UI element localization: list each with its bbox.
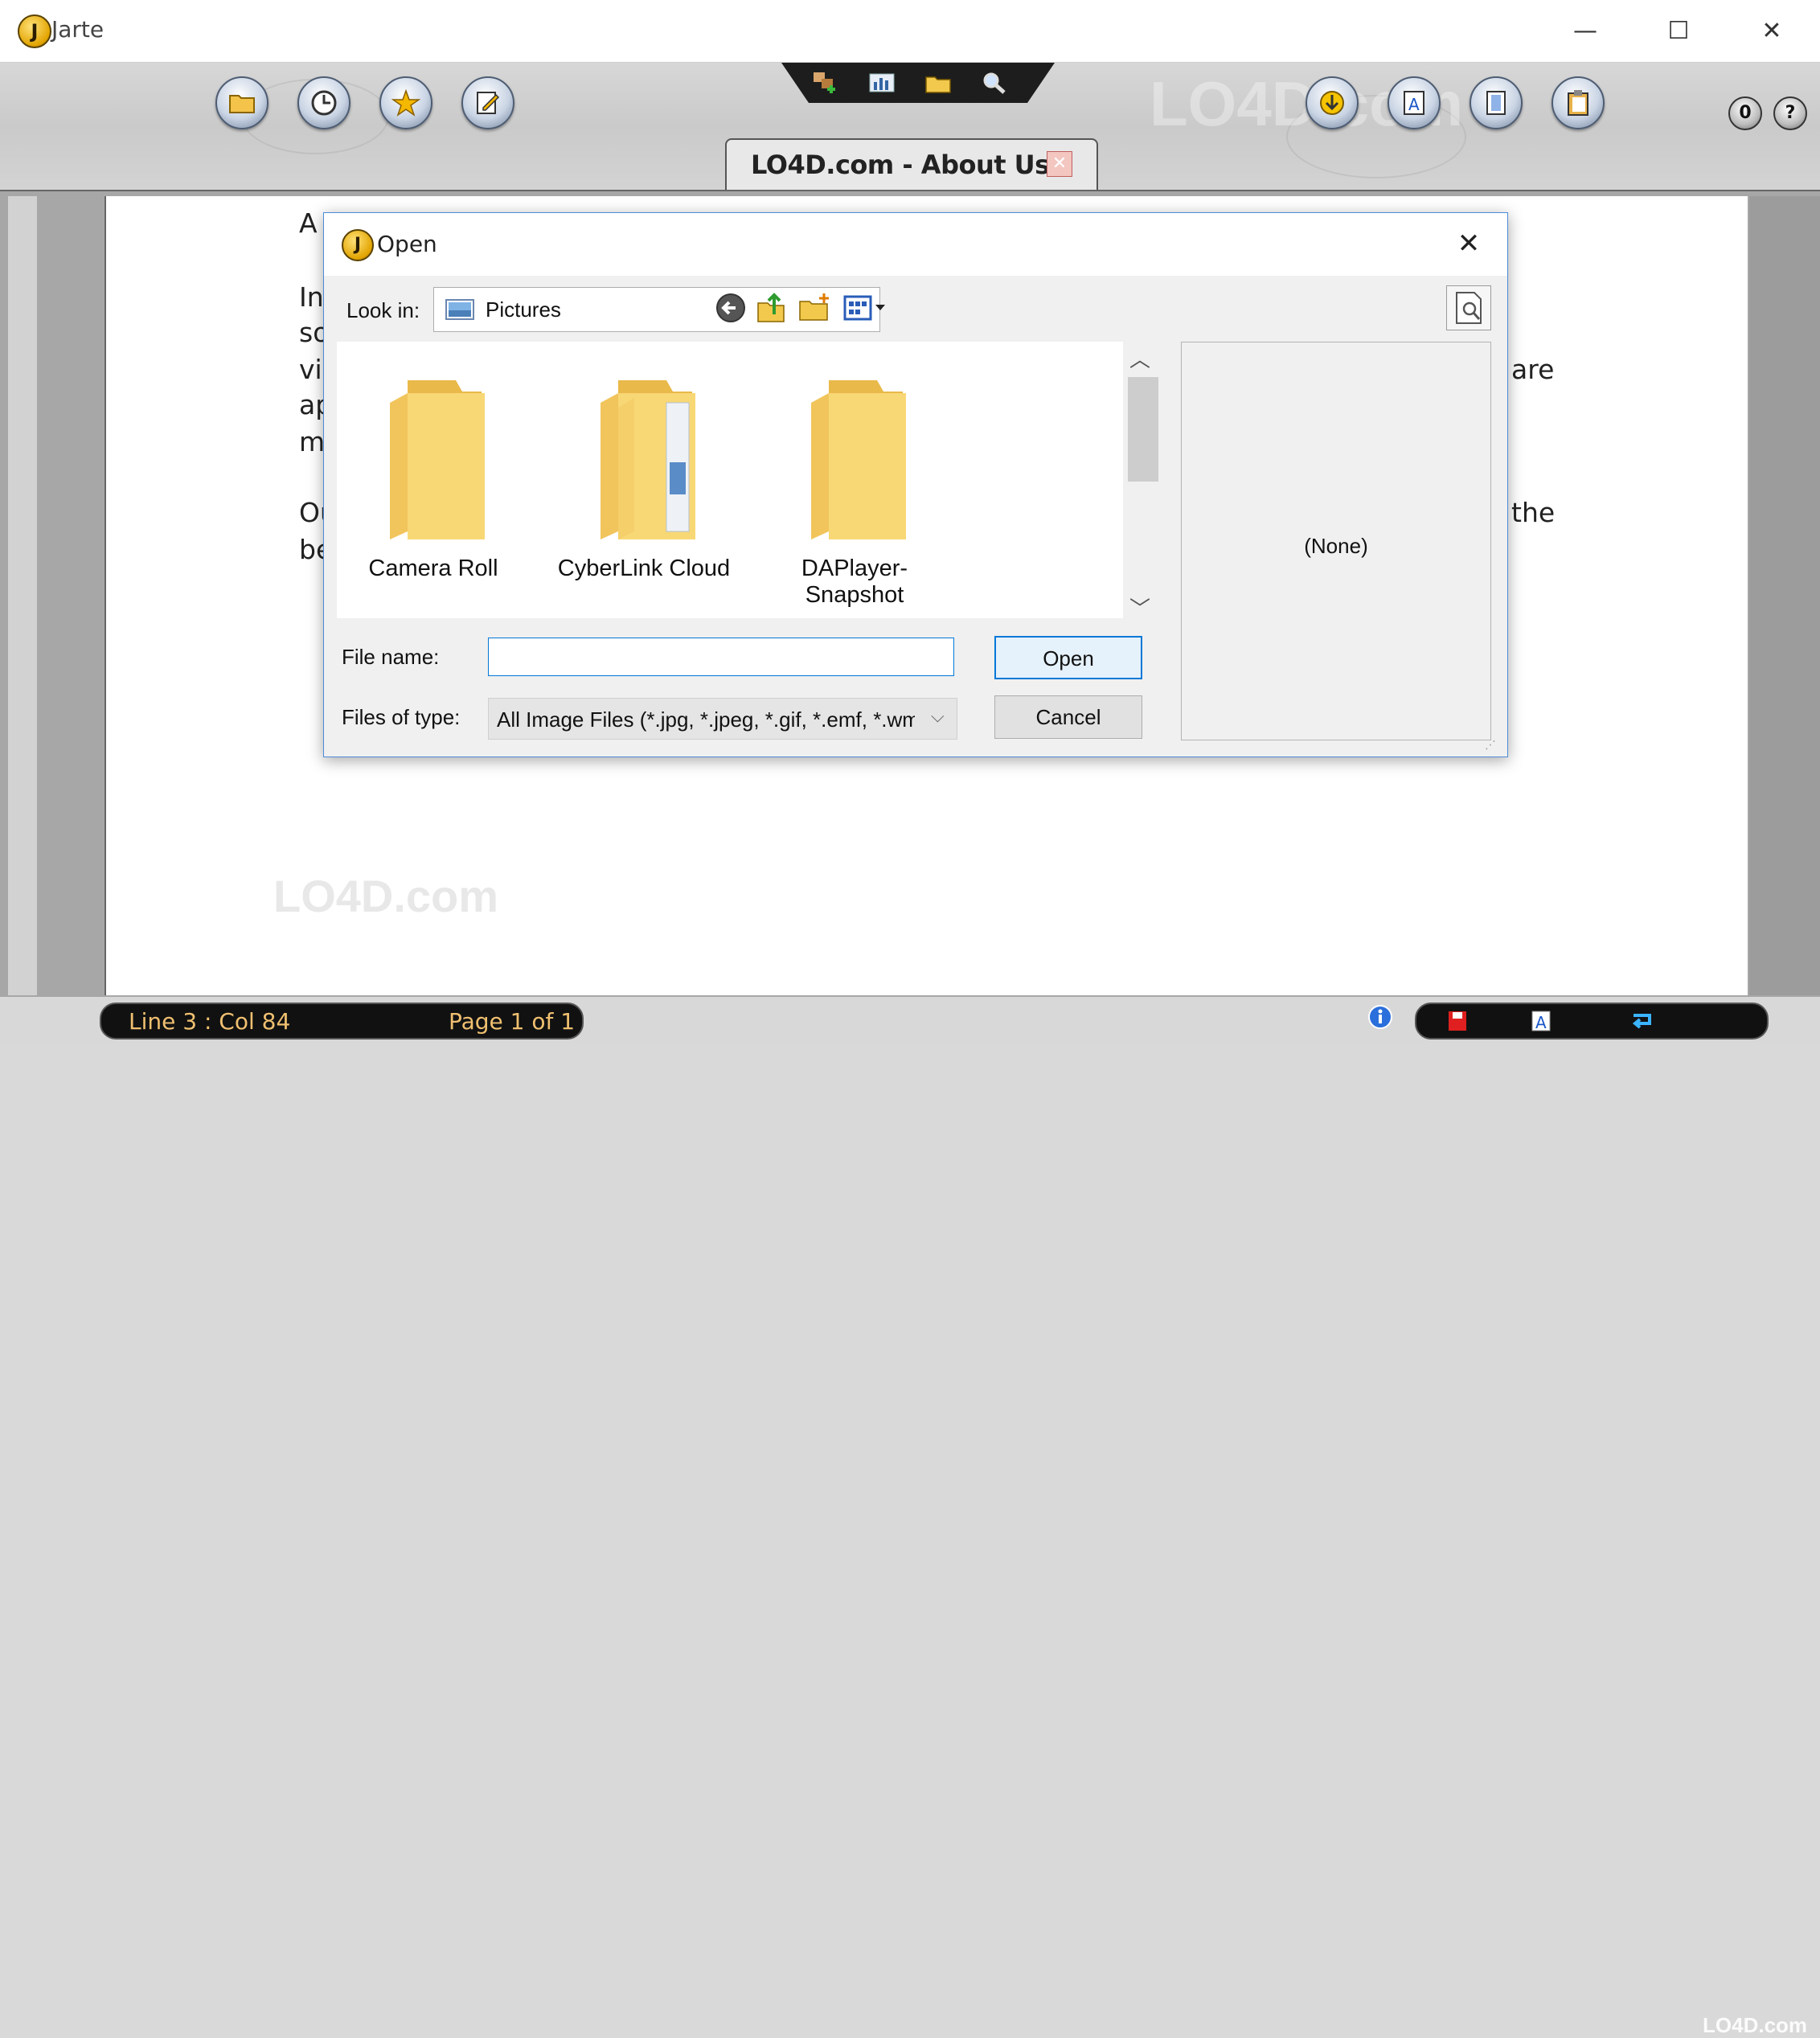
look-in-label: Look in: (346, 298, 420, 322)
page-icon (1486, 91, 1506, 115)
folder-label: Camera Roll (368, 556, 498, 581)
open-folder-icon[interactable] (924, 71, 952, 95)
watermark-logo: LO4D.com (1703, 2013, 1808, 2037)
resize-grip-icon[interactable]: ⋰ (1485, 739, 1501, 753)
info-icon[interactable] (1367, 1003, 1394, 1031)
cancel-button[interactable]: Cancel (994, 695, 1142, 739)
open-button[interactable]: Open (994, 636, 1142, 679)
scroll-up-icon[interactable]: ︿ (1129, 343, 1150, 373)
app-logo-icon: J (18, 14, 51, 48)
wrap-icon[interactable] (1630, 1009, 1654, 1033)
insert-icon[interactable] (812, 71, 839, 95)
folder-item[interactable]: DAPlayer-Snapshot (758, 374, 951, 608)
favorites-button[interactable] (379, 76, 432, 129)
folder-item[interactable]: Camera Roll (337, 374, 530, 599)
format-icon: A (1404, 91, 1424, 115)
find-icon[interactable] (981, 71, 1008, 95)
app-logo-icon: J (342, 229, 374, 261)
save-icon[interactable] (1445, 1009, 1470, 1033)
dialog-title: Open (377, 231, 437, 257)
dialog-close-button[interactable]: ✕ (1449, 224, 1488, 263)
tab-close-button[interactable]: ✕ (1047, 151, 1072, 177)
up-folder-icon[interactable] (753, 290, 789, 326)
window-title: Jarte (51, 16, 105, 43)
tab-document[interactable]: LO4D.com - About Us ✕ (725, 138, 1098, 190)
page-indicator: Page 1 of 1 (449, 1008, 576, 1035)
svg-text:A: A (1408, 95, 1420, 114)
file-list[interactable]: Camera Roll CyberLink Cloud DAPlayer-Sna… (337, 342, 1123, 618)
help-button[interactable]: ? (1773, 96, 1807, 130)
folder-label: DAPlayer-Snapshot (801, 556, 908, 608)
doc-text: the (1511, 497, 1556, 528)
watermark-logo: LO4D.com (273, 871, 499, 921)
status-tools-panel: A (1415, 1003, 1769, 1040)
minimize-button[interactable]: — (1539, 0, 1632, 62)
format-icon[interactable]: A (1529, 1009, 1553, 1033)
star-icon (391, 88, 420, 117)
page-button[interactable] (1470, 76, 1523, 129)
pictures-folder-icon (445, 299, 474, 320)
files-of-type-label: Files of type: (342, 705, 461, 729)
download-button[interactable] (1306, 76, 1359, 129)
look-in-value: Pictures (486, 297, 561, 322)
recent-files-button[interactable] (297, 76, 350, 129)
download-icon (1320, 91, 1344, 115)
open-dialog: J Open ✕ Look in: Pictures ⌵ Camera Roll (323, 212, 1508, 757)
folder-icon (601, 380, 695, 539)
tab-label: LO4D.com - About Us (751, 150, 1050, 180)
vertical-scrollbar[interactable]: ︿ ﹀ (1123, 342, 1160, 621)
folder-icon (811, 380, 906, 539)
clipboard-button[interactable] (1552, 76, 1605, 129)
scroll-down-icon[interactable]: ﹀ (1129, 593, 1150, 622)
chevron-down-icon: ⌵ (931, 707, 945, 727)
file-name-label: File name: (342, 645, 440, 669)
status-position-panel: Line 3 : Col 84 Page 1 of 1 (100, 1003, 584, 1040)
doc-text: In (299, 281, 324, 313)
zero-button[interactable]: 0 (1728, 96, 1762, 130)
scrollbar-thumb[interactable] (1128, 377, 1158, 482)
title-bar: J Jarte — ☐ ✕ (0, 0, 1820, 63)
new-folder-icon[interactable] (797, 290, 832, 326)
clipboard-icon (1568, 90, 1588, 116)
preview-text: (None) (1304, 534, 1368, 558)
edit-note-button[interactable] (461, 76, 514, 129)
dialog-title-bar: J Open ✕ (324, 213, 1507, 276)
file-name-input[interactable] (488, 638, 954, 676)
files-of-type-dropdown[interactable]: All Image Files (*.jpg, *.jpeg, *.gif, *… (488, 698, 957, 740)
folder-item[interactable]: CyberLink Cloud (547, 374, 740, 599)
files-of-type-value: All Image Files (*.jpg, *.jpeg, *.gif, *… (497, 707, 915, 732)
back-icon[interactable] (713, 290, 748, 326)
svg-text:A: A (1535, 1013, 1547, 1032)
doc-text: m (299, 426, 326, 457)
center-toolbar (781, 63, 1055, 103)
chart-icon[interactable] (868, 71, 896, 95)
doc-text: are (1511, 354, 1555, 385)
preview-pane: (None) (1181, 342, 1491, 740)
doc-text: vi (299, 354, 322, 385)
edit-note-icon (477, 92, 500, 114)
folder-icon (390, 380, 485, 539)
right-margin (1749, 196, 1820, 995)
view-menu-icon[interactable] (842, 290, 888, 326)
preview-icon (1456, 292, 1482, 324)
folder-icon (229, 95, 255, 113)
format-button[interactable]: A (1388, 76, 1441, 129)
clock-icon (311, 90, 337, 116)
cursor-position: Line 3 : Col 84 (129, 1008, 291, 1035)
close-window-button[interactable]: ✕ (1725, 0, 1818, 62)
preview-toggle-button[interactable] (1446, 285, 1491, 330)
maximize-button[interactable]: ☐ (1632, 0, 1725, 62)
doc-text: A (299, 207, 318, 239)
left-margin (8, 196, 37, 995)
open-file-button[interactable] (215, 76, 268, 129)
folder-label: CyberLink Cloud (557, 556, 731, 581)
